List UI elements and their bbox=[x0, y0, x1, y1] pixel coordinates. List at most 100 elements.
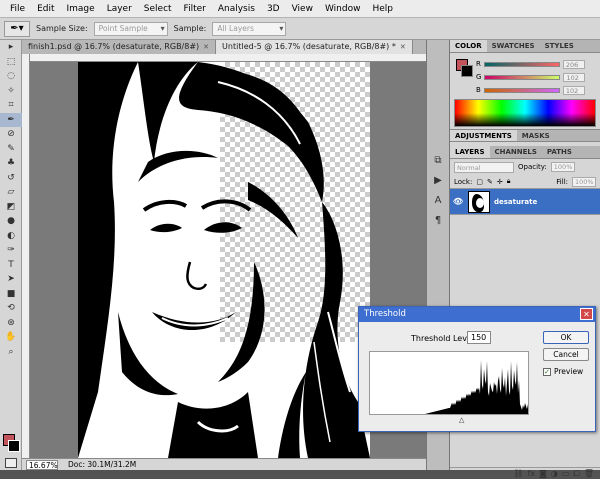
link-layers-icon[interactable]: ⛓ bbox=[513, 469, 523, 478]
horizontal-ruler bbox=[30, 54, 426, 62]
eye-icon[interactable]: 👁︎ bbox=[452, 197, 464, 206]
preview-checkbox[interactable]: ✓ bbox=[543, 367, 551, 376]
zoom-level-field[interactable]: 16.67% bbox=[26, 459, 58, 470]
crop-tool[interactable]: ⌗ bbox=[0, 98, 22, 113]
sample-select[interactable]: All Layers bbox=[212, 21, 287, 36]
3d-rotate-icon: ⟲ bbox=[7, 303, 15, 314]
magic-wand-tool[interactable]: ✧ bbox=[0, 84, 22, 99]
lasso-tool[interactable]: ◌ bbox=[0, 69, 22, 84]
color-background-swatch[interactable] bbox=[461, 65, 473, 77]
magic-wand-icon: ✧ bbox=[7, 85, 15, 96]
quick-mask-button[interactable] bbox=[5, 458, 17, 468]
gradient-tool[interactable]: ◩ bbox=[0, 200, 22, 215]
blur-tool[interactable]: ● bbox=[0, 214, 22, 229]
dialog-title-bar[interactable]: Threshold ✕ bbox=[359, 307, 595, 322]
lock-transparent-icon[interactable]: ▢ bbox=[476, 178, 483, 186]
tab-layers[interactable]: LAYERS bbox=[450, 146, 490, 158]
move-tool[interactable]: ▸ bbox=[0, 40, 22, 55]
menu-help[interactable]: Help bbox=[366, 0, 399, 18]
type-tool[interactable]: T bbox=[0, 258, 22, 273]
preview-option[interactable]: ✓ Preview bbox=[543, 367, 583, 376]
pen-tool[interactable]: ✑ bbox=[0, 243, 22, 258]
play-icon: ▶ bbox=[434, 174, 442, 186]
menu-filter[interactable]: Filter bbox=[178, 0, 212, 18]
lock-image-icon[interactable]: ✎ bbox=[487, 178, 493, 186]
history-panel-button[interactable]: ⧉ bbox=[427, 150, 449, 170]
ok-button[interactable]: OK bbox=[543, 331, 589, 344]
sample-label: Sample: bbox=[173, 24, 207, 33]
menu-file[interactable]: File bbox=[4, 0, 31, 18]
red-slider[interactable] bbox=[483, 61, 560, 67]
eyedropper-tool-preset[interactable]: ✒ ▾ bbox=[4, 20, 30, 37]
tab-styles[interactable]: STYLES bbox=[540, 40, 579, 52]
marquee-tool[interactable]: ⬚ bbox=[0, 55, 22, 70]
blue-slider[interactable] bbox=[483, 87, 560, 93]
path-selection-tool[interactable]: ➤ bbox=[0, 272, 22, 287]
adjustments-panel-tabs: ADJUSTMENTS MASKS bbox=[450, 129, 600, 142]
dodge-tool[interactable]: ◐ bbox=[0, 229, 22, 244]
adjustment-layer-icon[interactable]: ◑ bbox=[551, 469, 558, 478]
lock-all-icon[interactable]: 🔒︎ bbox=[507, 177, 511, 186]
red-value[interactable]: 206 bbox=[562, 59, 585, 69]
tab-color[interactable]: COLOR bbox=[450, 40, 487, 52]
history-brush-tool[interactable]: ↺ bbox=[0, 171, 22, 186]
character-panel-button[interactable]: A bbox=[427, 190, 449, 210]
tab-masks[interactable]: MASKS bbox=[517, 130, 555, 141]
menu-select[interactable]: Select bbox=[138, 0, 178, 18]
actions-panel-button[interactable]: ▶ bbox=[427, 170, 449, 190]
tab-channels[interactable]: CHANNELS bbox=[490, 146, 542, 158]
document-tabs: finish1.psd @ 16.7% (desaturate, RGB/8#)… bbox=[22, 40, 426, 54]
healing-brush-tool[interactable]: ⊘ bbox=[0, 127, 22, 142]
eyedropper-tool[interactable]: ✒ bbox=[0, 112, 22, 127]
red-slider-row: R 206 bbox=[476, 59, 596, 69]
tab-adjustments[interactable]: ADJUSTMENTS bbox=[450, 130, 517, 141]
green-value[interactable]: 102 bbox=[563, 72, 586, 82]
green-slider[interactable] bbox=[484, 74, 561, 80]
clone-stamp-tool[interactable]: ♣ bbox=[0, 156, 22, 171]
hand-tool[interactable]: ✋ bbox=[0, 330, 22, 345]
menu-3d[interactable]: 3D bbox=[261, 0, 286, 18]
shape-tool[interactable]: ■ bbox=[0, 287, 22, 302]
fill-field[interactable]: 100% bbox=[572, 176, 596, 187]
close-icon[interactable]: ✕ bbox=[580, 308, 593, 320]
color-spectrum-ramp[interactable] bbox=[454, 99, 596, 127]
eraser-tool[interactable]: ▱ bbox=[0, 185, 22, 200]
tab-paths[interactable]: PATHS bbox=[542, 146, 577, 158]
3d-rotate-tool[interactable]: ⟲ bbox=[0, 301, 22, 316]
background-color-swatch[interactable] bbox=[8, 440, 20, 452]
blend-mode-select[interactable]: Normal bbox=[454, 161, 514, 173]
layer-row[interactable]: 👁︎ desaturate bbox=[450, 189, 600, 215]
lock-position-icon[interactable]: ✛ bbox=[497, 178, 503, 186]
pen-icon: ✑ bbox=[7, 245, 15, 256]
tab-swatches[interactable]: SWATCHES bbox=[487, 40, 540, 52]
tab-finish1[interactable]: finish1.psd @ 16.7% (desaturate, RGB/8#)… bbox=[22, 40, 217, 54]
layer-style-icon[interactable]: fx bbox=[528, 469, 536, 478]
3d-orbit-tool[interactable]: ⊛ bbox=[0, 316, 22, 331]
trash-icon[interactable]: 🗑︎ bbox=[584, 469, 594, 478]
menu-edit[interactable]: Edit bbox=[31, 0, 60, 18]
menu-analysis[interactable]: Analysis bbox=[212, 0, 261, 18]
tab-untitled-5[interactable]: Untitled-5 @ 16.7% (desaturate, RGB/8#) … bbox=[216, 40, 413, 54]
sample-size-select[interactable]: Point Sample bbox=[93, 21, 168, 36]
blue-value[interactable]: 102 bbox=[562, 85, 585, 95]
new-group-icon[interactable]: ▭ bbox=[562, 469, 570, 478]
brush-tool[interactable]: ✎ bbox=[0, 142, 22, 157]
bandage-icon: ⊘ bbox=[7, 129, 15, 140]
document-size-info: Doc: 30.1M/31.2M bbox=[68, 460, 137, 469]
tab-title: finish1.psd @ 16.7% (desaturate, RGB/8#) bbox=[28, 42, 200, 51]
document-canvas[interactable] bbox=[78, 62, 370, 458]
zoom-tool[interactable]: ⌕ bbox=[0, 345, 22, 360]
threshold-level-input[interactable]: 150 bbox=[467, 331, 491, 344]
menu-image[interactable]: Image bbox=[61, 0, 101, 18]
threshold-slider-handle-icon[interactable]: △ bbox=[459, 416, 464, 424]
menu-view[interactable]: View bbox=[286, 0, 319, 18]
paragraph-panel-button[interactable]: ¶ bbox=[427, 210, 449, 230]
close-icon[interactable]: ✕ bbox=[400, 40, 406, 54]
new-layer-icon[interactable]: ⧠ bbox=[573, 469, 579, 479]
menu-layer[interactable]: Layer bbox=[101, 0, 138, 18]
close-icon[interactable]: ✕ bbox=[203, 40, 209, 54]
add-mask-icon[interactable]: ◙ bbox=[539, 469, 547, 478]
opacity-field[interactable]: 100% bbox=[550, 162, 575, 172]
cancel-button[interactable]: Cancel bbox=[543, 348, 589, 361]
menu-window[interactable]: Window bbox=[319, 0, 367, 18]
